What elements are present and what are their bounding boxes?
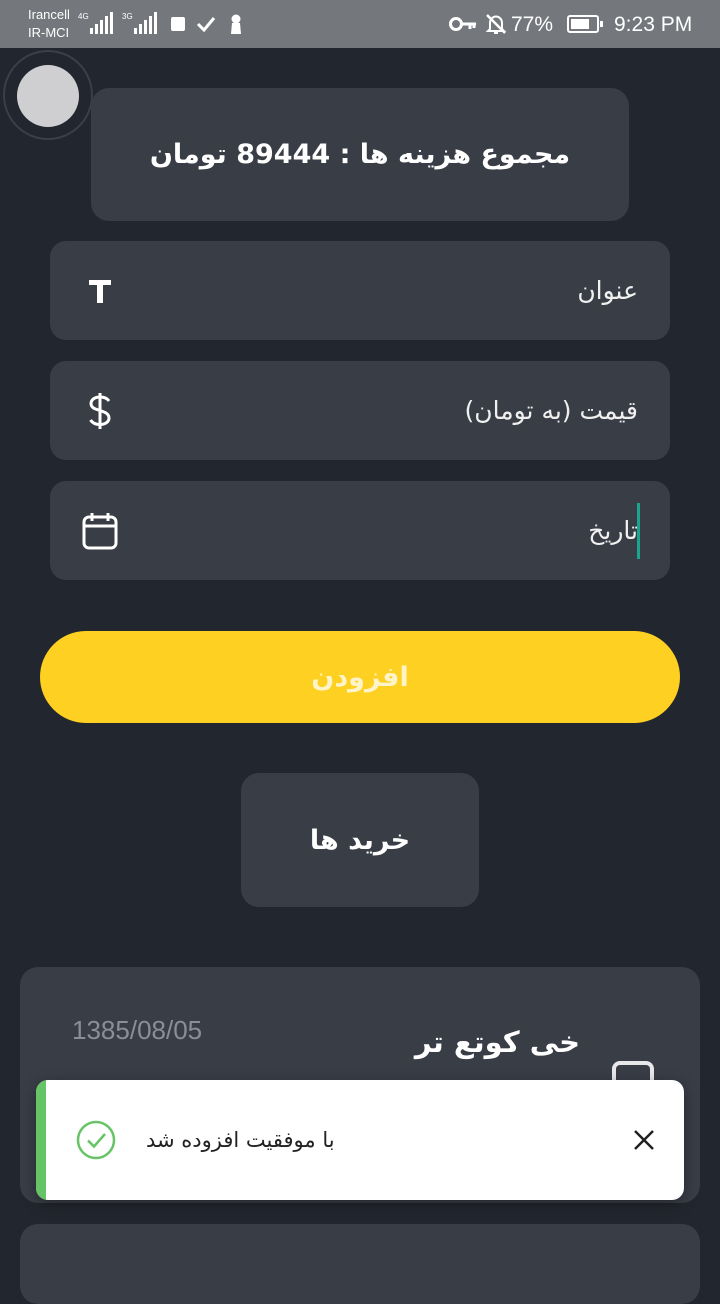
bell-off-icon bbox=[485, 14, 507, 34]
carrier-1: Irancell bbox=[28, 7, 70, 22]
title-field[interactable]: عنوان bbox=[50, 241, 670, 340]
toast-accent-bar bbox=[36, 1080, 46, 1200]
date-field[interactable]: تاریخ bbox=[50, 481, 670, 580]
avatar[interactable] bbox=[17, 65, 79, 127]
check-icon bbox=[196, 17, 216, 33]
title-field-placeholder: عنوان bbox=[577, 276, 638, 305]
purchase-title: خی کوتع تر bbox=[414, 1025, 580, 1059]
key-icon bbox=[449, 17, 476, 31]
keyhole-icon bbox=[231, 14, 241, 34]
battery-percent: 77% bbox=[511, 13, 554, 36]
total-expenses-text: مجموع هزینه ها : 89444 تومان bbox=[149, 139, 571, 170]
toast-message: با موفقیت افزوده شد bbox=[146, 1128, 335, 1152]
battery-level-fill bbox=[571, 19, 589, 29]
signal-icon: 3G bbox=[122, 12, 159, 34]
network-type-1: 4G bbox=[78, 12, 89, 21]
stop-icon bbox=[171, 17, 185, 31]
add-button-label: افزودن bbox=[311, 661, 409, 693]
text-cursor bbox=[637, 503, 640, 559]
success-toast: با موفقیت افزوده شد bbox=[36, 1080, 684, 1200]
signal-icon: 4G bbox=[78, 12, 115, 34]
dollar-icon bbox=[82, 391, 118, 431]
carrier-labels: Irancell IR-MCI bbox=[28, 6, 70, 42]
price-field-placeholder: قیمت (به تومان) bbox=[464, 396, 639, 425]
purchase-date: 1385/08/05 bbox=[72, 1015, 203, 1045]
total-expenses-card: مجموع هزینه ها : 89444 تومان bbox=[91, 88, 629, 221]
purchases-button-label: خرید ها bbox=[309, 824, 411, 856]
network-type-2: 3G bbox=[122, 12, 133, 21]
purchases-button[interactable]: خرید ها bbox=[241, 773, 479, 907]
close-icon[interactable] bbox=[632, 1128, 656, 1152]
carrier-2: IR-MCI bbox=[28, 25, 70, 40]
clock: 9:23 PM bbox=[614, 13, 693, 36]
add-button[interactable]: افزودن bbox=[40, 631, 680, 723]
success-check-icon bbox=[76, 1120, 116, 1160]
price-field[interactable]: قیمت (به تومان) bbox=[50, 361, 670, 460]
calendar-icon bbox=[82, 511, 118, 551]
status-bar: Irancell IR-MCI 4G 3G 77% 9:23 PM bbox=[0, 0, 720, 48]
text-T-icon bbox=[82, 271, 118, 311]
date-field-placeholder: تاریخ bbox=[588, 516, 638, 545]
purchase-list-item[interactable] bbox=[20, 1224, 700, 1304]
battery-icon bbox=[567, 15, 603, 33]
